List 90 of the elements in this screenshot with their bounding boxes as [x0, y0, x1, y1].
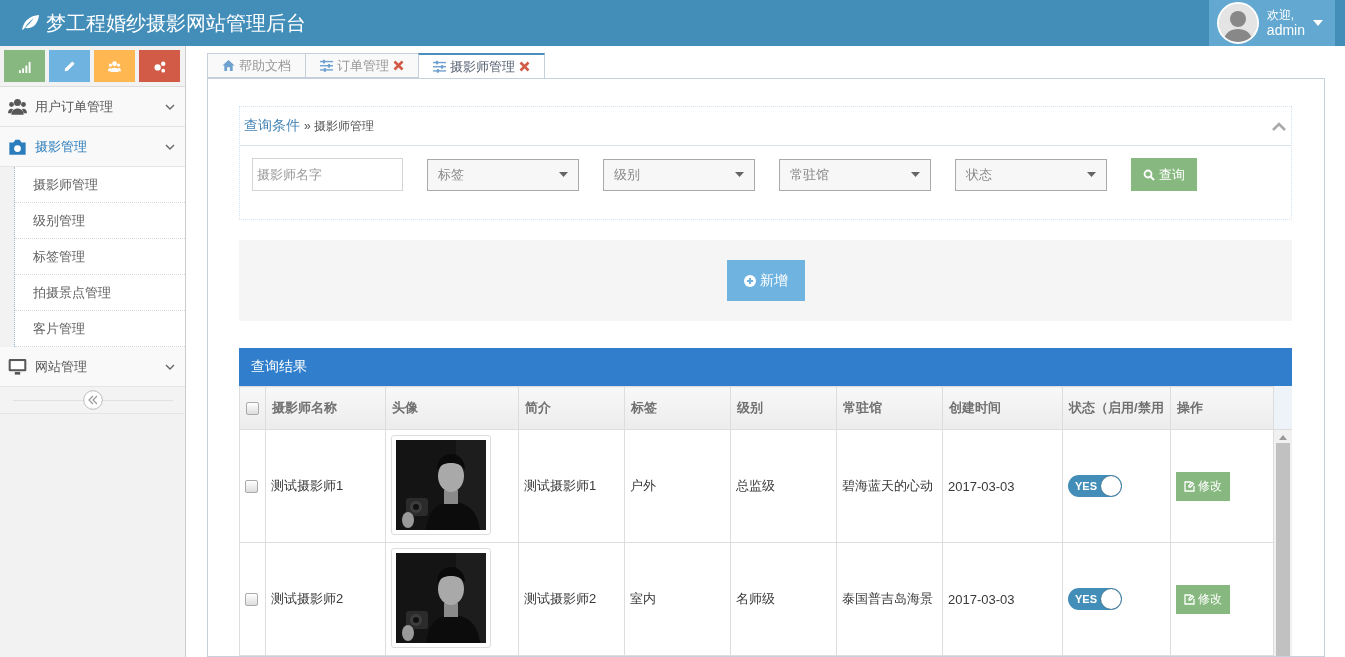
status-toggle[interactable]: YES — [1068, 588, 1122, 610]
table-cell: 名师级 — [730, 542, 837, 656]
add-button[interactable]: 新增 — [726, 260, 805, 301]
scroll-up-icon[interactable] — [1279, 435, 1287, 440]
tab-label: 摄影师管理 — [450, 57, 515, 76]
chevron-icon — [165, 363, 175, 370]
table-cell: 泰国普吉岛海景 — [836, 542, 943, 656]
table-cell: 测试摄影师2 — [518, 542, 625, 656]
edit-icon — [1183, 480, 1195, 492]
pencil-icon — [63, 59, 76, 73]
name-field[interactable]: 摄影师名字 — [252, 158, 403, 191]
section-title: 查询条件 — [244, 117, 300, 135]
breadcrumb: » 摄影师管理 — [304, 117, 376, 135]
collapse-icon[interactable] — [1271, 121, 1287, 131]
dropdown[interactable]: 常驻馆 — [779, 158, 931, 191]
plus-circle-icon — [743, 274, 756, 287]
select-all-checkbox[interactable] — [246, 401, 259, 415]
submenu-item[interactable]: 摄影师管理 — [15, 167, 185, 203]
close-icon[interactable] — [393, 60, 404, 71]
table-cell: 2017-03-03 — [942, 429, 1063, 543]
caret-icon — [1087, 172, 1096, 177]
edit-icon — [1183, 593, 1195, 605]
table-cell: 碧海蓝天的心动 — [836, 429, 943, 543]
table-cell: 测试摄影师1 — [518, 429, 625, 543]
sliders-icon — [320, 59, 333, 72]
submenu-item[interactable]: 级别管理 — [15, 203, 185, 239]
caret-icon — [1313, 20, 1323, 26]
caret-icon — [559, 172, 568, 177]
table-cell: 2017-03-03 — [942, 542, 1063, 656]
app-title: 梦工程婚纱摄影网站管理后台 — [46, 10, 306, 36]
dropdown[interactable]: 级别 — [603, 158, 755, 191]
column-header: 常驻馆 — [836, 386, 943, 430]
camera-icon — [8, 137, 27, 156]
collapse-icon[interactable] — [82, 390, 103, 410]
edit-button[interactable]: 修改 — [1175, 584, 1230, 614]
header-filler — [1274, 386, 1292, 430]
menu-item[interactable]: 摄影管理 — [0, 127, 185, 167]
tab-label: 订单管理 — [337, 56, 389, 75]
submenu-item[interactable]: 客片管理 — [15, 311, 185, 347]
row-checkbox[interactable] — [245, 479, 258, 493]
caret-icon — [735, 172, 744, 177]
scrollbar[interactable] — [1274, 430, 1292, 656]
dropdown[interactable]: 状态 — [955, 158, 1107, 191]
avatar-icon — [1216, 2, 1259, 44]
status-toggle[interactable]: YES — [1068, 475, 1122, 497]
caret-icon — [911, 172, 920, 177]
home-icon — [222, 59, 235, 72]
user-name: admin — [1266, 23, 1305, 38]
table-cell: 户外 — [624, 429, 731, 543]
shortcut-button[interactable] — [49, 50, 90, 82]
user-menu[interactable]: 欢迎, admin — [1208, 0, 1335, 46]
column-header: 标签 — [624, 386, 731, 430]
submenu-item[interactable]: 标签管理 — [15, 239, 185, 275]
table-cell: 总监级 — [730, 429, 837, 543]
search-button[interactable]: 查询 — [1131, 158, 1197, 191]
users-icon — [108, 59, 121, 73]
dropdown[interactable]: 标签 — [427, 158, 579, 191]
tab[interactable]: 订单管理 — [305, 53, 418, 78]
tab[interactable]: 摄影师管理 — [418, 53, 545, 79]
table-cell: 测试摄影师2 — [265, 542, 386, 656]
leaf-icon — [20, 14, 40, 32]
shortcut-button[interactable] — [4, 50, 45, 82]
row-checkbox[interactable] — [245, 592, 258, 606]
chevron-icon — [165, 103, 175, 110]
menu-item[interactable]: 用户订单管理 — [0, 87, 185, 127]
close-icon[interactable] — [519, 61, 530, 72]
results-header: 查询结果 — [239, 348, 1292, 386]
tab-label: 帮助文档 — [239, 56, 291, 75]
users-icon — [8, 97, 27, 116]
column-header: 摄影师名称 — [265, 386, 386, 430]
signal-bars-icon — [18, 59, 31, 73]
column-header: 头像 — [385, 386, 519, 430]
monitor-icon — [8, 357, 27, 376]
column-header: 简介 — [518, 386, 625, 430]
column-header: 操作 — [1170, 386, 1274, 430]
column-header: 级别 — [730, 386, 837, 430]
shortcut-button[interactable] — [139, 50, 180, 82]
table-cell: 室内 — [624, 542, 731, 656]
table-cell: 测试摄影师1 — [265, 429, 386, 543]
column-header: 创建时间 — [942, 386, 1063, 430]
sliders-icon — [433, 60, 446, 73]
menu-item[interactable]: 网站管理 — [0, 347, 185, 387]
tab[interactable]: 帮助文档 — [207, 53, 305, 78]
chevron-icon — [165, 143, 175, 150]
edit-button[interactable]: 修改 — [1175, 471, 1230, 501]
column-header: 状态（启用/禁用 — [1062, 386, 1171, 430]
greeting: 欢迎, — [1266, 8, 1296, 23]
search-icon — [1143, 168, 1155, 181]
shortcut-button[interactable] — [94, 50, 135, 82]
submenu-item[interactable]: 拍摄景点管理 — [15, 275, 185, 311]
